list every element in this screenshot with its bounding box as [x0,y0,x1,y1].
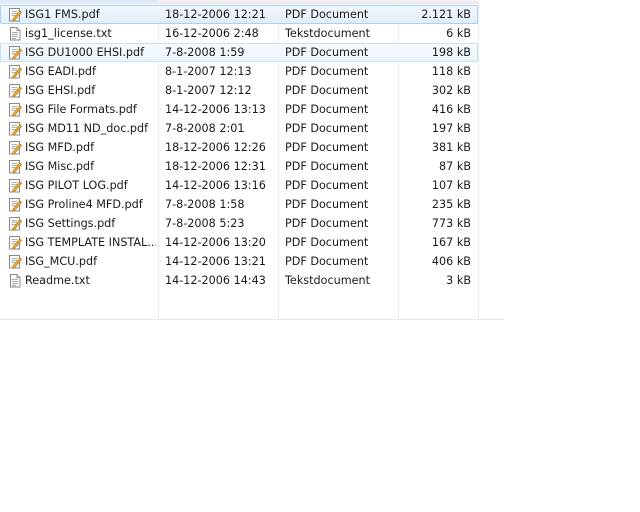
file-size: 235 kB [431,198,471,211]
file-size: 198 kB [431,46,471,59]
file-name: ISG TEMPLATE INSTAL... [25,236,156,249]
file-type: PDF Document [285,103,369,116]
file-size: 381 kB [431,141,471,154]
file-name: ISG File Formats.pdf [25,103,137,116]
pdf-file-icon [8,140,23,155]
file-name: Readme.txt [25,274,90,287]
file-size: 416 kB [431,103,471,116]
pdf-file-icon [8,7,23,22]
file-date-modified: 16-12-2006 2:48 [165,27,259,40]
column-divider [478,0,479,320]
pdf-file-icon [8,216,23,231]
file-size: 87 kB [439,160,471,173]
pdf-file-icon [8,159,23,174]
file-row[interactable]: ISG_MCU.pdf 14-12-2006 13:21 PDF Document 4… [0,252,478,271]
file-name: ISG MD11 ND_doc.pdf [25,122,149,135]
file-date-modified: 14-12-2006 13:20 [165,236,266,249]
text-file-icon [8,26,22,41]
file-name: ISG EHSI.pdf [25,84,96,97]
file-size: 167 kB [431,236,471,249]
file-size: 302 kB [431,84,471,97]
file-name: ISG Proline4 MFD.pdf [25,198,143,211]
file-row[interactable]: ISG Proline4 MFD.pdf 7-8-2008 1:58 PDF Doc… [0,195,478,214]
file-size: 773 kB [431,217,471,230]
file-row[interactable]: ISG PILOT LOG.pdf 14-12-2006 13:16 PDF Doc… [0,176,478,195]
text-file-icon [8,273,22,288]
file-size: 6 kB [446,27,471,40]
file-date-modified: 14-12-2006 13:13 [165,103,266,116]
file-size: 107 kB [431,179,471,192]
pdf-file-icon [8,254,23,269]
file-type: PDF Document [285,122,369,135]
pdf-file-icon [8,235,23,250]
file-date-modified: 7-8-2008 5:23 [165,217,245,230]
file-rows: ISG1 FMS.pdf 18-12-2006 12:21 PDF Document… [0,5,478,290]
pdf-file-icon [8,197,23,212]
file-name: ISG_MCU.pdf [25,255,98,268]
file-name: ISG EADI.pdf [25,65,96,78]
file-name: ISG MFD.pdf [25,141,95,154]
file-date-modified: 8-1-2007 12:13 [165,65,252,78]
file-name: ISG PILOT LOG.pdf [25,179,128,192]
file-date-modified: 7-8-2008 2:01 [165,122,245,135]
file-date-modified: 18-12-2006 12:26 [165,141,266,154]
file-type: PDF Document [285,8,369,21]
file-size: 197 kB [431,122,471,135]
pdf-file-icon [8,102,23,117]
file-row[interactable]: isg1_license.txt 16-12-2006 2:48 Tekstdocu… [0,24,478,43]
pdf-file-icon [8,121,23,136]
file-type: PDF Document [285,141,369,154]
sorted-column-header [0,0,158,4]
file-name: ISG Settings.pdf [25,217,116,230]
file-type: PDF Document [285,236,369,249]
file-row[interactable]: ISG MFD.pdf 18-12-2006 12:26 PDF Document 3… [0,138,478,157]
file-row[interactable]: ISG TEMPLATE INSTAL... 14-12-2006 13:20 PD… [0,233,478,252]
file-row[interactable]: ISG1 FMS.pdf 18-12-2006 12:21 PDF Document… [0,5,478,24]
file-type: PDF Document [285,198,369,211]
file-type: PDF Document [285,255,369,268]
file-type: PDF Document [285,84,369,97]
list-bottom-edge [0,319,504,320]
file-size: 118 kB [431,65,471,78]
file-date-modified: 14-12-2006 13:21 [165,255,266,268]
file-date-modified: 7-8-2008 1:58 [165,198,245,211]
file-date-modified: 18-12-2006 12:21 [165,8,266,21]
file-name: ISG DU1000 EHSI.pdf [25,46,145,59]
file-row[interactable]: ISG Settings.pdf 7-8-2008 5:23 PDF Documen… [0,214,478,233]
file-type: PDF Document [285,217,369,230]
pdf-file-icon [8,83,23,98]
file-type: PDF Document [285,179,369,192]
file-date-modified: 8-1-2007 12:12 [165,84,252,97]
pdf-file-icon [8,178,23,193]
file-date-modified: 7-8-2008 1:59 [165,46,245,59]
file-date-modified: 14-12-2006 14:43 [165,274,266,287]
pdf-file-icon [8,64,23,79]
file-row[interactable]: ISG File Formats.pdf 14-12-2006 13:13 PDF … [0,100,478,119]
file-row[interactable]: ISG EADI.pdf 8-1-2007 12:13 PDF Document 11… [0,62,478,81]
file-size: 406 kB [431,255,471,268]
file-size: 3 kB [446,274,471,287]
file-type: PDF Document [285,65,369,78]
file-date-modified: 18-12-2006 12:31 [165,160,266,173]
file-name: ISG1 FMS.pdf [25,8,100,21]
file-type: PDF Document [285,46,369,59]
file-type: Tekstdocument [285,27,370,40]
file-row[interactable]: Readme.txt 14-12-2006 14:43 Tekstdocument 3… [0,271,478,290]
file-row[interactable]: ISG Misc.pdf 18-12-2006 12:31 PDF Document… [0,157,478,176]
file-name: isg1_license.txt [25,27,112,40]
file-list-view[interactable]: ISG1 FMS.pdf 18-12-2006 12:21 PDF Document… [0,0,504,320]
file-date-modified: 14-12-2006 13:16 [165,179,266,192]
file-type: Tekstdocument [285,274,370,287]
column-header-strip [0,0,478,4]
file-name: ISG Misc.pdf [25,160,95,173]
file-size: 2.121 kB [421,8,471,21]
file-row[interactable]: ISG MD11 ND_doc.pdf 7-8-2008 2:01 PDF Docu… [0,119,478,138]
file-row[interactable]: ISG EHSI.pdf 8-1-2007 12:12 PDF Document 30… [0,81,478,100]
file-row[interactable]: ISG DU1000 EHSI.pdf 7-8-2008 1:59 PDF Docu… [0,43,478,62]
file-type: PDF Document [285,160,369,173]
pdf-file-icon [8,45,23,60]
